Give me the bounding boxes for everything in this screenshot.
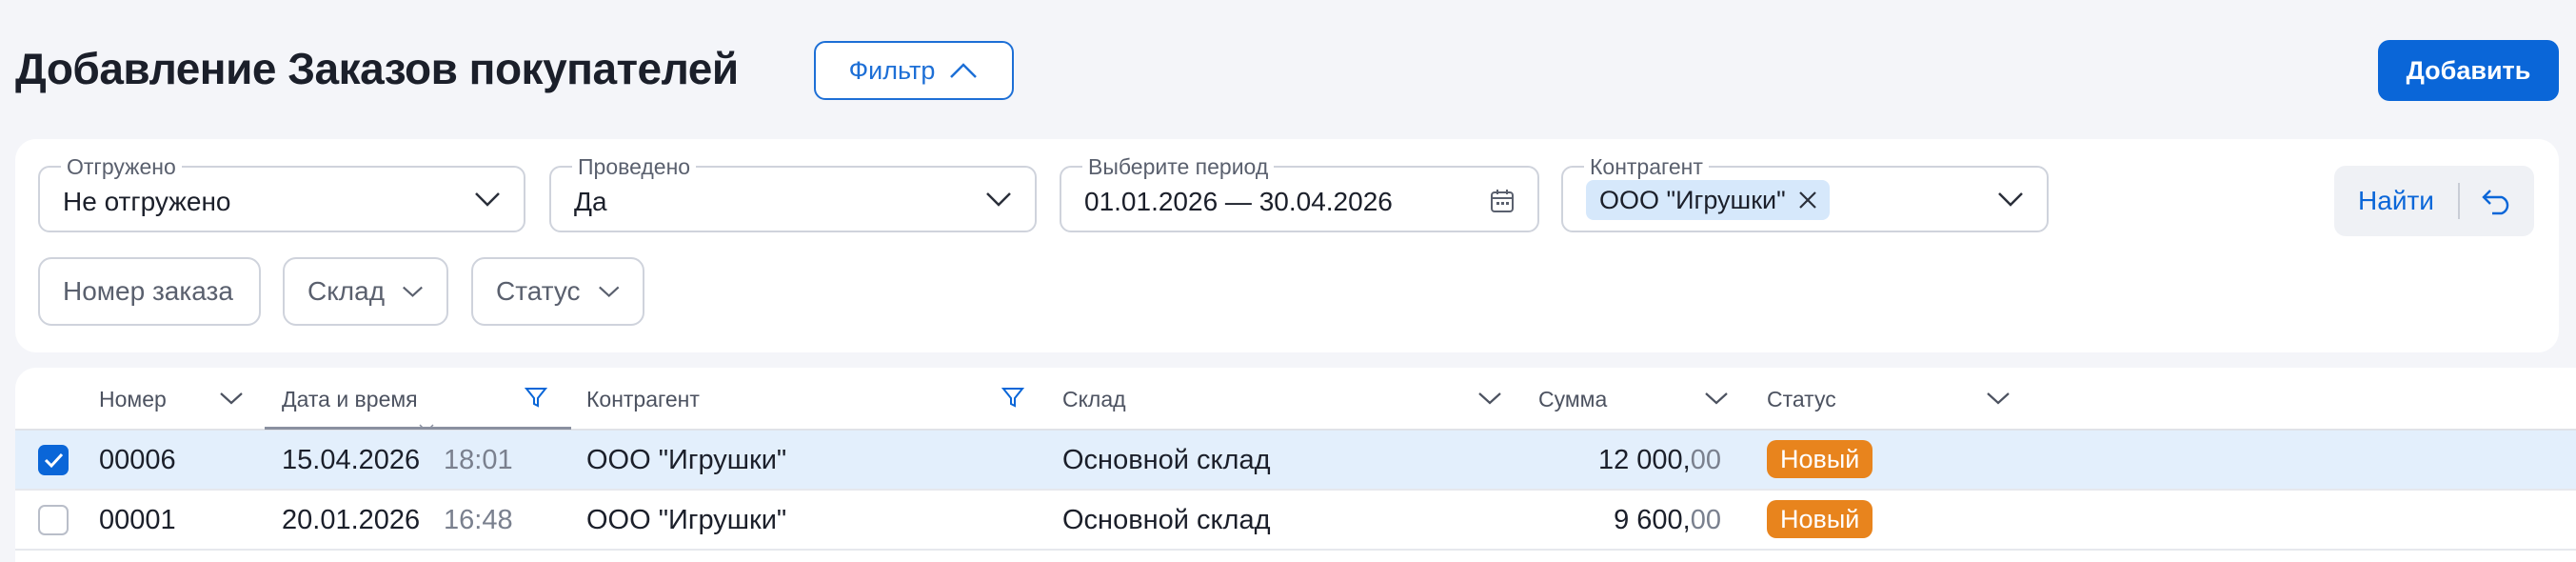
period-field[interactable]: Выберите период 01.01.2026 — 30.04.2026 (1060, 154, 1539, 232)
reset-icon (2482, 190, 2509, 215)
counterparty-chip-label: ООО "Игрушки" (1599, 185, 1786, 214)
period-legend: Выберите период (1082, 154, 1275, 179)
column-header-warehouse[interactable]: Склад (1062, 381, 1126, 417)
row-amount: 9 600,00 (1436, 504, 1721, 536)
chevron-up-icon (950, 63, 978, 78)
warehouse-filter-label: Склад (307, 276, 386, 306)
add-button[interactable]: Добавить (2378, 40, 2559, 101)
chevron-down-icon (1998, 192, 2023, 207)
row-counterparty: ООО "Игрушки" (586, 445, 787, 475)
row-amount-integer: 12 000, (1597, 445, 1691, 475)
row-warehouse: Основной склад (1062, 445, 1271, 475)
chevron-down-icon (403, 286, 423, 297)
row-number: 00001 (99, 505, 176, 535)
row-divider (15, 549, 2576, 551)
chevron-down-icon[interactable] (1477, 391, 1502, 406)
column-header-amount[interactable]: Сумма (1538, 381, 1607, 417)
counterparty-chip: ООО "Игрушки" (1586, 180, 1830, 220)
column-header-counterparty[interactable]: Контрагент (586, 381, 700, 417)
row-amount-integer: 9 600, (1614, 505, 1691, 535)
status-filter[interactable]: Статус (471, 257, 644, 326)
shipped-value: Не отгружено (63, 187, 231, 216)
order-number-filter[interactable]: Номер заказа (38, 257, 261, 326)
column-header-status[interactable]: Статус (1767, 381, 1836, 417)
row-amount-fraction: 00 (1690, 505, 1721, 535)
filter-toggle-button[interactable]: Фильтр (814, 41, 1014, 100)
period-value: 01.01.2026 — 30.04.2026 (1084, 187, 1393, 216)
calendar-icon[interactable] (1490, 189, 1515, 213)
page-title: Добавление Заказов покупателей (15, 44, 739, 93)
row-warehouse: Основной склад (1062, 505, 1271, 535)
column-header-warehouse-label: Склад (1062, 386, 1126, 411)
column-header-counterparty-label: Контрагент (586, 386, 700, 411)
sort-underline (265, 427, 571, 430)
row-time: 16:48 (444, 505, 513, 535)
filter-toggle-label: Фильтр (848, 55, 936, 85)
order-number-label: Номер заказа (63, 276, 233, 306)
reset-filters-button[interactable] (2460, 166, 2534, 236)
chevron-down-icon (475, 192, 500, 207)
chevron-down-icon[interactable] (219, 391, 244, 406)
counterparty-select[interactable]: Контрагент ООО "Игрушки" (1561, 154, 2049, 232)
chevron-down-icon[interactable] (1986, 391, 2011, 406)
row-counterparty: ООО "Игрушки" (586, 505, 787, 535)
posted-legend: Проведено (572, 154, 697, 179)
filter-funnel-icon[interactable] (1001, 386, 1024, 409)
posted-value: Да (574, 187, 607, 216)
chevron-down-icon (598, 286, 619, 297)
column-header-datetime-label: Дата и время (282, 386, 418, 411)
column-header-datetime[interactable]: Дата и время (282, 381, 418, 417)
check-icon (44, 452, 64, 469)
row-date: 15.04.2026 (282, 445, 421, 475)
chevron-down-icon[interactable] (1704, 391, 1729, 406)
find-button[interactable]: Найти (2334, 166, 2458, 236)
row-number: 00006 (99, 445, 176, 475)
row-amount-fraction: 00 (1690, 445, 1721, 475)
status-badge: Новый (1767, 440, 1873, 478)
column-header-number-label: Номер (99, 386, 167, 411)
status-filter-label: Статус (496, 276, 581, 306)
row-date: 20.01.2026 (282, 505, 421, 535)
row-checkbox[interactable] (38, 445, 69, 475)
column-header-amount-label: Сумма (1538, 386, 1608, 411)
posted-select[interactable]: Проведено Да (549, 154, 1037, 232)
filter-funnel-icon[interactable] (525, 386, 547, 409)
shipped-select[interactable]: Отгружено Не отгружено (38, 154, 525, 232)
shipped-legend: Отгружено (61, 154, 182, 179)
chevron-down-icon (986, 192, 1011, 207)
close-icon[interactable] (1797, 190, 1818, 211)
row-time: 18:01 (444, 445, 513, 475)
counterparty-legend: Контрагент (1584, 154, 1709, 179)
row-amount: 12 000,00 (1436, 444, 1721, 476)
row-checkbox[interactable] (38, 505, 69, 535)
status-badge: Новый (1767, 500, 1873, 538)
column-header-number[interactable]: Номер (99, 381, 167, 417)
column-header-status-label: Статус (1767, 386, 1836, 411)
warehouse-filter[interactable]: Склад (283, 257, 448, 326)
find-button-group: Найти (2334, 166, 2534, 236)
